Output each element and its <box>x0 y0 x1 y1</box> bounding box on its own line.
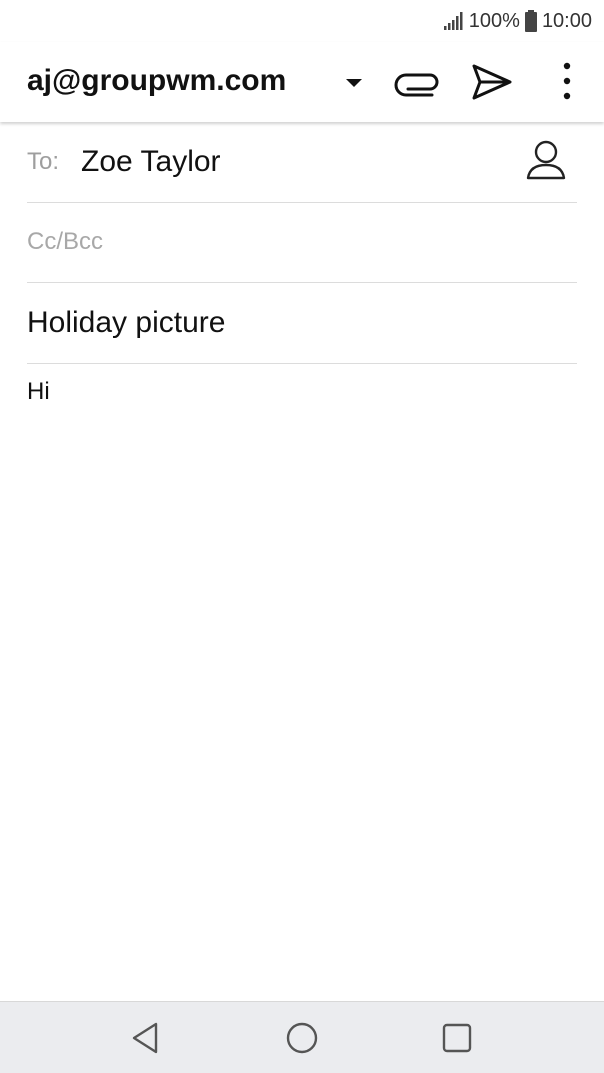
subject-text: Holiday picture <box>27 306 226 339</box>
to-field[interactable]: To: Zoe Taylor <box>27 122 577 203</box>
to-label: To: <box>27 148 60 175</box>
signal-icon <box>443 12 463 30</box>
home-icon[interactable] <box>284 1020 320 1056</box>
chevron-down-icon[interactable] <box>344 76 364 90</box>
app-bar: aj@groupwm.com <box>0 42 604 122</box>
navigation-bar <box>0 1001 604 1073</box>
person-icon[interactable] <box>525 138 567 182</box>
battery-icon <box>524 10 537 32</box>
recipient-chip[interactable]: Zoe Taylor <box>81 145 221 179</box>
more-vert-icon[interactable] <box>552 58 582 104</box>
battery-percent: 100% <box>468 9 520 32</box>
message-body[interactable]: Hi <box>27 378 577 406</box>
account-selector[interactable]: aj@groupwm.com <box>27 64 286 98</box>
send-icon[interactable] <box>470 60 514 104</box>
paperclip-icon[interactable] <box>394 62 444 102</box>
cc-bcc-placeholder: Cc/Bcc <box>27 228 104 255</box>
back-icon[interactable] <box>128 1020 164 1056</box>
cc-bcc-field[interactable]: Cc/Bcc <box>27 202 577 283</box>
status-time: 10:00 <box>541 9 592 32</box>
status-bar: 100% 10:00 <box>0 0 604 42</box>
recents-icon[interactable] <box>439 1020 475 1056</box>
subject-field[interactable]: Holiday picture <box>27 283 577 364</box>
